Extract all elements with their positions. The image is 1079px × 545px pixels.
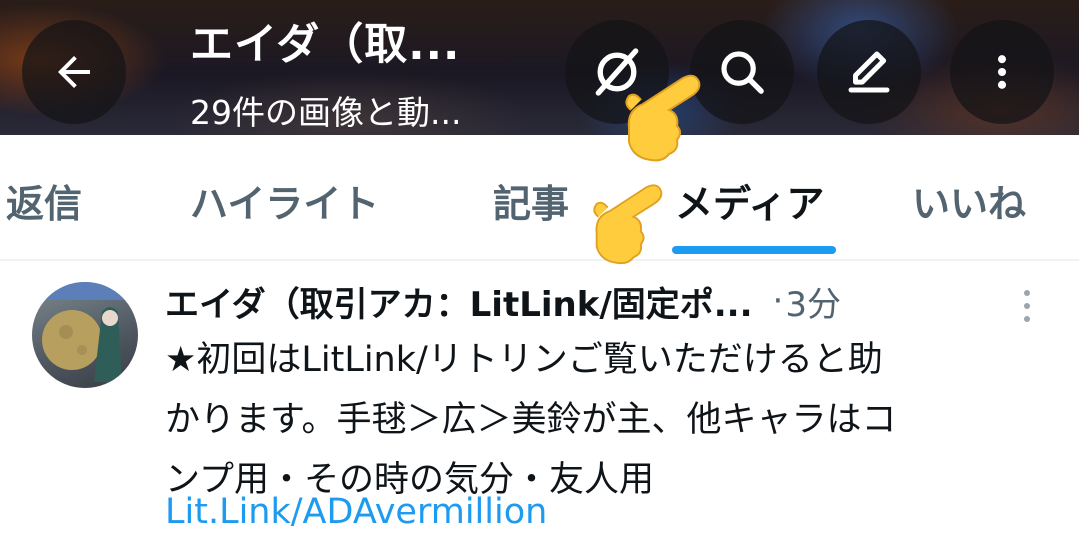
tab-articles[interactable]: 記事 — [493, 173, 569, 228]
pencil-icon — [848, 51, 890, 93]
active-tab-indicator — [672, 246, 836, 254]
display-name[interactable]: エイダ（取引アカ：LitLink/固定ポ... — [165, 277, 753, 326]
profile-tabs: 返信 ハイライト 記事 メディア いいね — [0, 135, 1079, 261]
pointing-hand-icon — [593, 184, 663, 265]
search-icon — [721, 51, 764, 94]
post-more-button[interactable] — [1015, 287, 1039, 325]
post-header: エイダ（取引アカ：LitLink/固定ポ... · 3分 — [165, 276, 841, 326]
more-vertical-icon — [1024, 290, 1030, 322]
tab-highlights[interactable]: ハイライト — [190, 173, 379, 228]
tab-likes[interactable]: いいね — [912, 173, 1026, 228]
more-vertical-icon — [997, 55, 1007, 89]
post-timestamp[interactable]: 3分 — [785, 277, 841, 326]
arrow-left-icon — [58, 56, 90, 88]
tab-media[interactable]: メディア — [675, 173, 824, 228]
media-count-subtitle: 29件の画像と動... — [190, 93, 462, 132]
post-link[interactable]: Lit.Link/ADAvermillion — [165, 492, 547, 532]
pointing-hand-icon — [625, 74, 701, 162]
profile-title: エイダ（取... — [190, 20, 461, 70]
back-button[interactable] — [22, 20, 126, 124]
profile-header: エイダ（取... 29件の画像と動... — [0, 0, 1079, 135]
post-text: ★初回はLitLink/リトリンご覧いただけると助 かります。手毬＞広＞美鈴が主… — [165, 340, 897, 500]
avatar[interactable] — [32, 282, 138, 388]
compose-button[interactable] — [817, 20, 921, 124]
separator-dot: · — [772, 281, 784, 321]
avatar-image — [32, 282, 138, 382]
tab-replies[interactable]: 返信 — [6, 173, 82, 228]
more-options-button[interactable] — [950, 20, 1054, 124]
